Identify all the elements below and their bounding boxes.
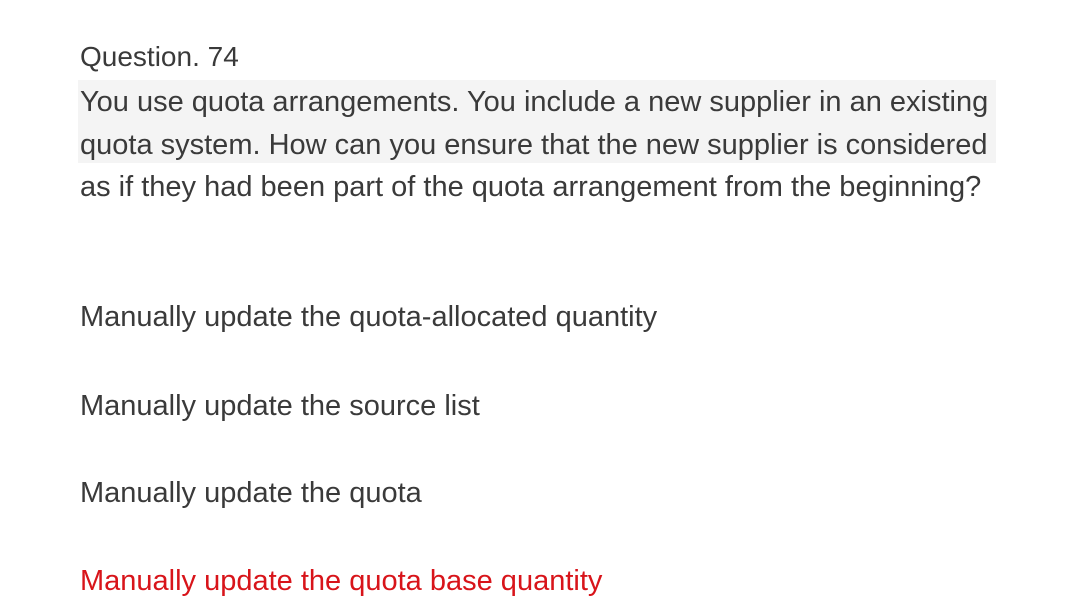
- question-text: You use quota arrangements. You include …: [80, 86, 989, 203]
- question-number: Question. 74: [80, 41, 239, 72]
- answer-option-3[interactable]: Manually update the quota: [80, 473, 422, 513]
- answer-option-4-correct[interactable]: Manually update the quota base quantity: [80, 561, 602, 601]
- answer-option-1[interactable]: Manually update the quota-allocated quan…: [80, 297, 657, 337]
- answer-option-2[interactable]: Manually update the source list: [80, 386, 480, 426]
- question-page: Question. 74 You use quota arrangements.…: [0, 0, 1080, 615]
